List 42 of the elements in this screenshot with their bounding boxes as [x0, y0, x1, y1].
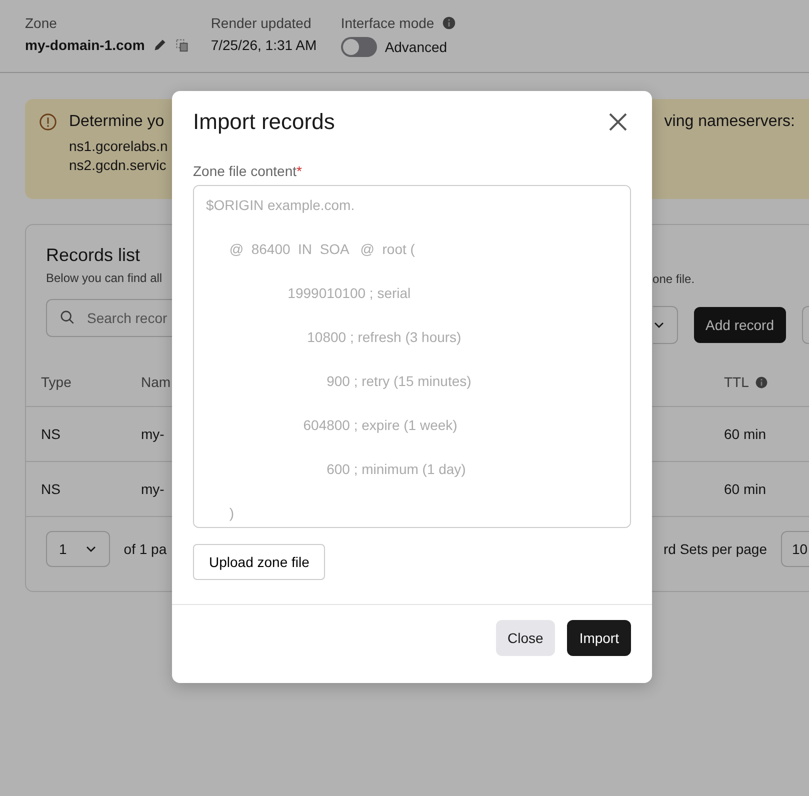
- close-icon[interactable]: [608, 112, 628, 132]
- add-record-button[interactable]: Add record: [694, 307, 786, 343]
- page-count: of 1 pa: [124, 541, 167, 557]
- page-number: 1: [59, 541, 67, 557]
- table-cell: my-: [141, 481, 164, 497]
- records-subtitle: Below you can find all: [46, 271, 164, 285]
- table-cell-text: NS: [40, 481, 62, 497]
- copy-icon[interactable]: [174, 38, 189, 52]
- nameserver-text: ns2.gcdn.servic: [69, 157, 168, 173]
- zone-label: Zone: [25, 15, 58, 31]
- info-icon: [754, 376, 768, 388]
- zone-file-field[interactable]: $ORIGIN example.com. @ 86400 IN SOA @ root ( 1999010100 ; serial 10800 ; refresh (3 hours) 900 ; retry (15 minutes) 604800 ; expire (1 week) 600 ; minimum (1 day) ): [193, 185, 631, 528]
- dialog-title: Import records: [193, 109, 335, 135]
- column-header: Nam: [141, 374, 171, 390]
- mode-toggle[interactable]: [340, 37, 377, 57]
- mode-label: Interface mode: [340, 15, 434, 31]
- table-cell: 60 min: [724, 426, 766, 442]
- pencil-icon[interactable]: [152, 38, 167, 52]
- table-cell-text: NS: [40, 426, 62, 442]
- banner-text: Determine yo: [69, 113, 166, 131]
- banner-text: ving nameservers:: [664, 113, 795, 131]
- table-cell: 60 min: [724, 481, 766, 497]
- field-label: Zone file content*: [193, 163, 302, 179]
- mode-value: Advanced: [384, 39, 448, 55]
- records-title: Records list: [46, 245, 142, 266]
- info-icon: [442, 16, 456, 30]
- search-icon: [60, 310, 75, 325]
- per-page-label: rd Sets per page: [663, 541, 767, 557]
- records-subtitle: one file.: [652, 272, 695, 286]
- column-header: TTL: [724, 374, 749, 390]
- render-label: Render updated: [210, 15, 312, 31]
- column-header: Type: [40, 374, 72, 390]
- zone-name: my-domain-1.com: [25, 37, 145, 53]
- close-button[interactable]: Close: [496, 620, 556, 656]
- upload-button[interactable]: Upload zone file: [193, 544, 326, 580]
- per-page-select[interactable]: 10: [781, 531, 809, 567]
- nameserver-text: ns1.gcorelabs.n: [69, 138, 168, 154]
- render-time: 7/25/26, 1:31 AM: [210, 37, 318, 53]
- warning-icon: [39, 113, 57, 131]
- import-button[interactable]: Import: [567, 620, 631, 656]
- page-select[interactable]: 1: [46, 531, 110, 567]
- table-cell: my-: [141, 426, 164, 442]
